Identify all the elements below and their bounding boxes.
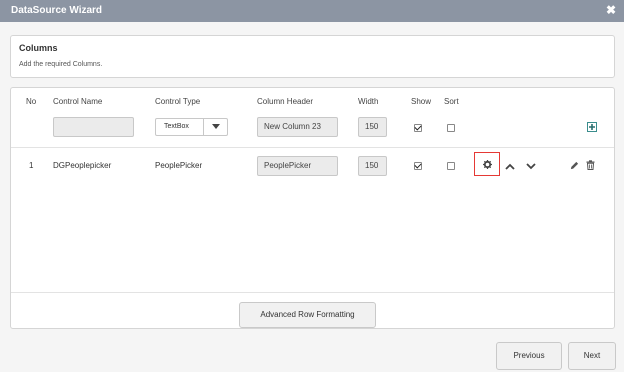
section-subtitle: Add the required Columns. bbox=[19, 61, 103, 68]
gear-icon[interactable] bbox=[483, 160, 492, 171]
header-column-header: Column Header bbox=[257, 97, 314, 106]
chevron-up-icon[interactable] bbox=[505, 162, 515, 172]
new-column-header-input[interactable]: New Column 23 bbox=[257, 117, 338, 137]
row-control-type: PeoplePicker bbox=[155, 161, 203, 170]
plus-square-icon[interactable] bbox=[587, 122, 597, 134]
row-width-input[interactable]: 150 bbox=[358, 156, 387, 176]
chevron-down-icon[interactable] bbox=[526, 162, 536, 172]
next-button[interactable]: Next bbox=[568, 342, 616, 370]
caret-down-icon[interactable] bbox=[203, 119, 227, 135]
header-control-type: Control Type bbox=[155, 97, 201, 106]
columns-section-header: Columns Add the required Columns. bbox=[10, 35, 615, 78]
row-show-checkbox[interactable] bbox=[414, 162, 422, 170]
previous-button[interactable]: Previous bbox=[496, 342, 562, 370]
new-width-input[interactable]: 150 bbox=[358, 117, 387, 137]
window-title: DataSource Wizard bbox=[11, 5, 103, 16]
header-no: No bbox=[26, 97, 37, 106]
pencil-icon[interactable] bbox=[570, 161, 579, 172]
new-control-name-input[interactable] bbox=[53, 117, 134, 137]
row-no: 1 bbox=[29, 161, 34, 170]
header-show: Show bbox=[411, 97, 432, 106]
window-titlebar: DataSource Wizard ✖ bbox=[0, 0, 624, 22]
new-control-type-select[interactable]: TextBox bbox=[155, 118, 228, 136]
trash-icon[interactable] bbox=[586, 160, 595, 172]
new-control-type-value: TextBox bbox=[164, 123, 189, 130]
header-control-name: Control Name bbox=[53, 97, 103, 106]
row-control-name: DGPeoplepicker bbox=[53, 161, 112, 170]
header-width: Width bbox=[358, 97, 379, 106]
new-sort-checkbox[interactable] bbox=[447, 124, 455, 132]
footer-divider bbox=[11, 292, 614, 293]
advanced-row-formatting-button[interactable]: Advanced Row Formatting bbox=[239, 302, 376, 328]
columns-grid: No Control Name Control Type Column Head… bbox=[10, 87, 615, 329]
header-sort: Sort bbox=[444, 97, 459, 106]
new-show-checkbox[interactable] bbox=[414, 124, 422, 132]
row-column-header-input[interactable]: PeoplePicker bbox=[257, 156, 338, 176]
row-sort-checkbox[interactable] bbox=[447, 162, 455, 170]
row-divider bbox=[11, 147, 614, 148]
close-icon[interactable]: ✖ bbox=[606, 3, 616, 17]
section-title: Columns bbox=[19, 43, 58, 53]
